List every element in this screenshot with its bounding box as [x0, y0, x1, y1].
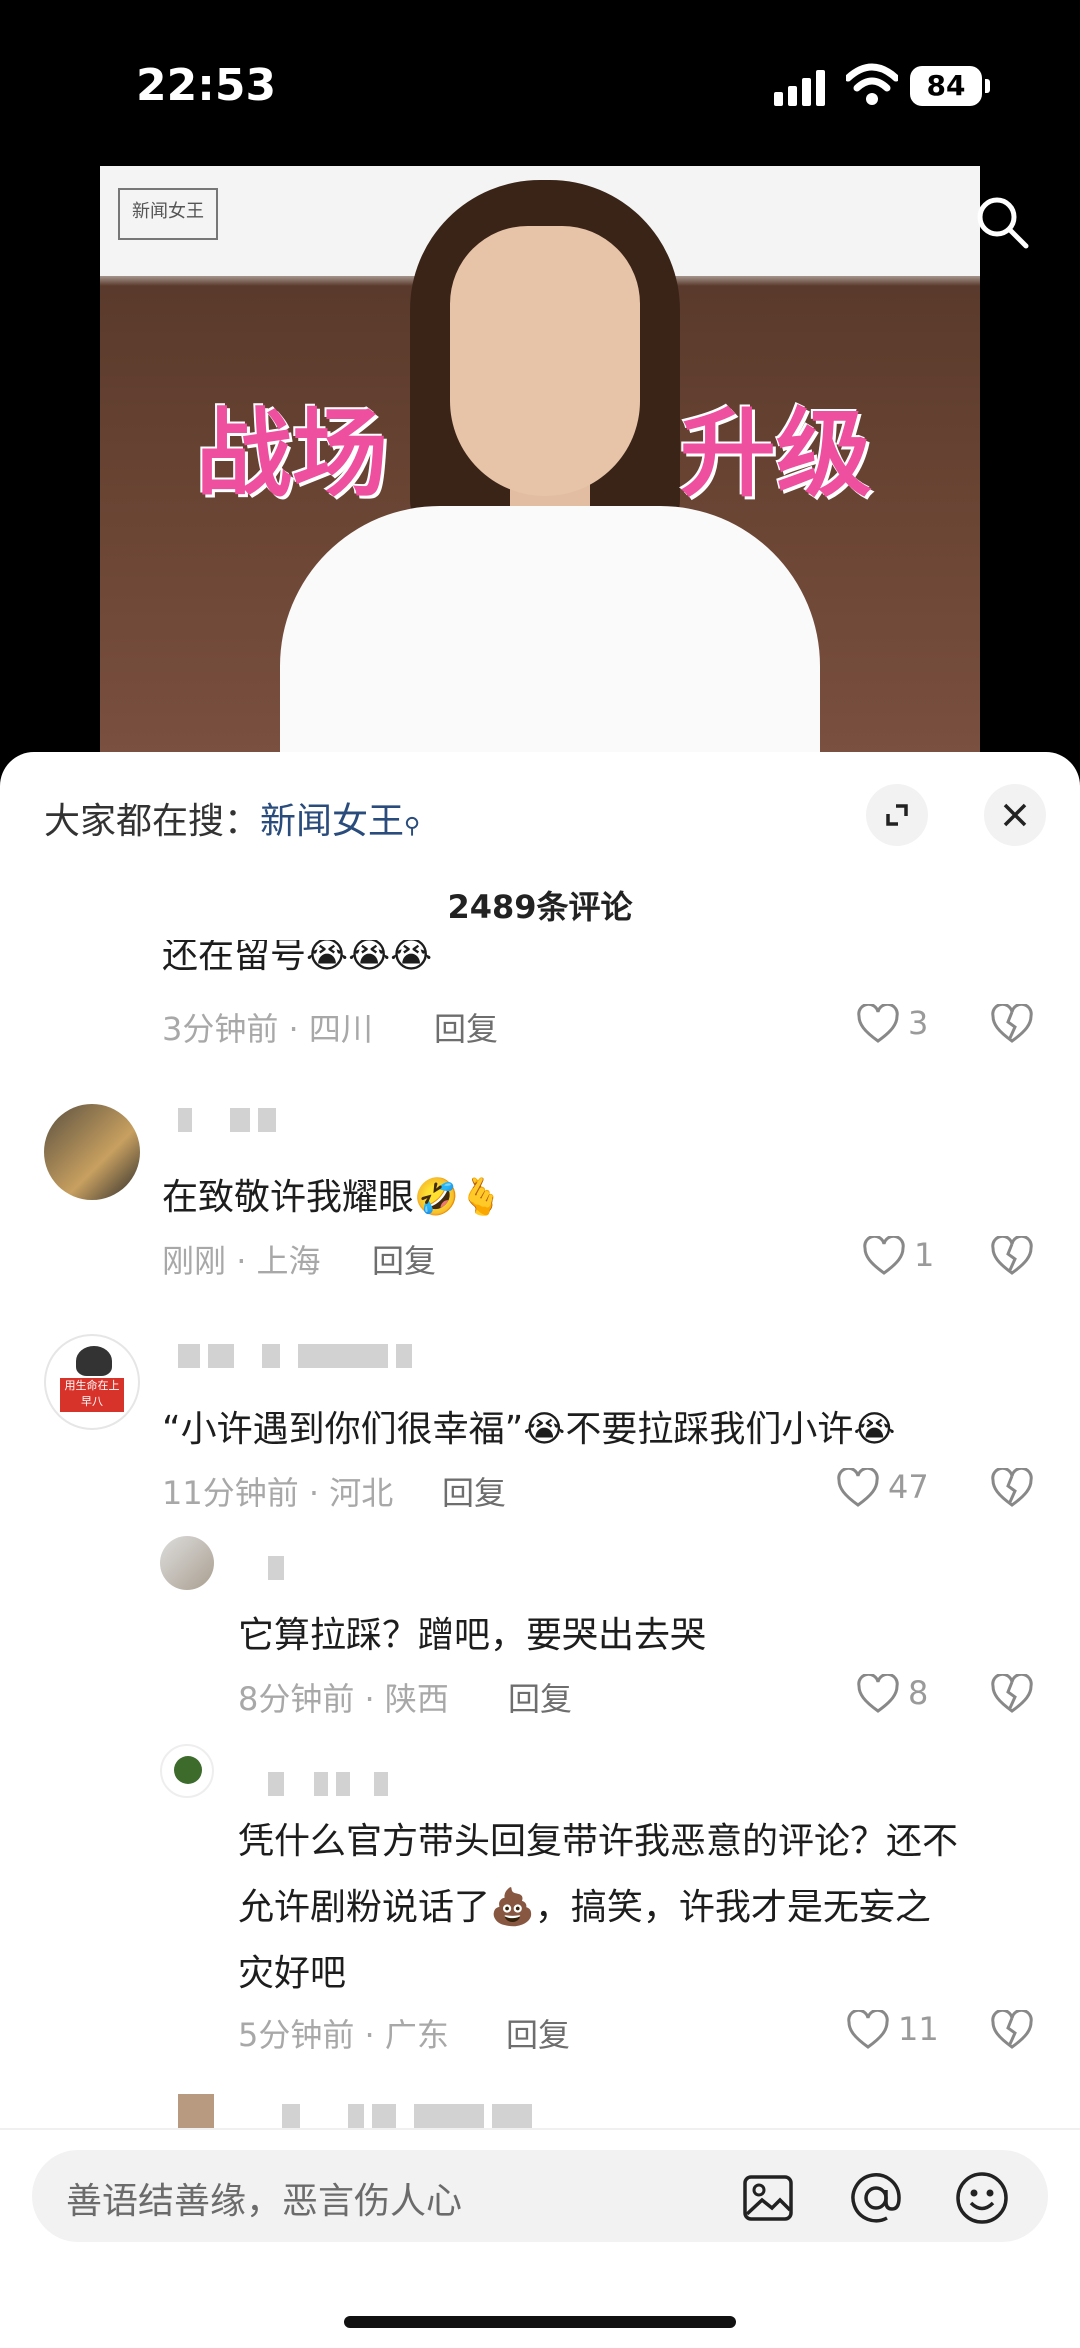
- video-player[interactable]: 新闻女王 战场 升级: [100, 166, 980, 756]
- reply-button[interactable]: 回复: [434, 1004, 498, 1050]
- reply-button[interactable]: 回复: [372, 1236, 436, 1282]
- search-icon[interactable]: [972, 192, 1032, 252]
- comment-text: “小许遇到你们很幸福”😭不要拉踩我们小许😭: [162, 1409, 896, 1450]
- channel-logo: 新闻女王: [118, 188, 218, 240]
- reply-text-line1: 凭什么官方带头回复带许我恶意的评论？还不: [238, 1821, 959, 1862]
- heart-icon[interactable]: [846, 2010, 890, 2050]
- video-figure-jacket: [280, 506, 820, 756]
- reply-time: 8分钟前: [238, 1680, 355, 1718]
- dislike-icon[interactable]: [990, 1468, 1034, 1508]
- comment-location: 四川: [308, 1010, 373, 1048]
- heart-icon[interactable]: [856, 1004, 900, 1044]
- nickname-masked[interactable]: [178, 1344, 420, 1368]
- dislike-icon[interactable]: [990, 1236, 1034, 1276]
- dislike-icon[interactable]: [990, 1674, 1034, 1714]
- avatar-plant: [174, 1756, 202, 1784]
- like-count: 47: [888, 1468, 929, 1506]
- avatar-partial: [178, 2094, 214, 2130]
- battery-indicator: 84: [910, 66, 990, 106]
- reply-text-line2: 允许剧粉说话了💩，搞笑，许我才是无妄之: [238, 1887, 931, 1928]
- comment-text: 还在留号😭😭😭: [162, 940, 433, 976]
- reply-button[interactable]: 回复: [508, 1674, 572, 1720]
- reply-meta: 8分钟前 · 陕西: [238, 1680, 449, 1718]
- reply-avatar[interactable]: [160, 1744, 214, 1798]
- like-count: 11: [898, 2010, 939, 2048]
- comment-item: 还在留号😭😭😭: [0, 940, 1080, 980]
- comment-text: 在致敬许我耀眼🤣🫰: [162, 1177, 504, 1218]
- expand-button[interactable]: [866, 784, 928, 846]
- reply-text-line3: 灾好吧: [238, 1953, 347, 1994]
- at-icon[interactable]: [848, 2170, 904, 2226]
- search-small-icon: ⚲: [404, 814, 421, 839]
- hot-search-prefix: 大家都在搜：: [44, 801, 261, 842]
- avatar[interactable]: [44, 1104, 140, 1200]
- heart-icon[interactable]: [836, 1468, 880, 1508]
- comment-meta: 刚刚 · 上海: [162, 1242, 321, 1280]
- dislike-icon[interactable]: [990, 1004, 1034, 1044]
- reply-button[interactable]: 回复: [506, 2010, 570, 2056]
- reply-avatar[interactable]: [160, 1536, 214, 1590]
- divider: [0, 2128, 1080, 2130]
- comment-time: 11分钟前: [162, 1474, 299, 1512]
- like-count: 8: [908, 1674, 929, 1712]
- nickname-masked[interactable]: [178, 1108, 284, 1132]
- hot-search-link[interactable]: 大家都在搜：新闻女王⚲: [44, 792, 420, 844]
- reply-text: 它算拉踩？蹭吧，要哭出去哭: [238, 1615, 707, 1656]
- reply-location: 陕西: [384, 1680, 449, 1718]
- nickname-masked[interactable]: [268, 1556, 292, 1580]
- heart-icon[interactable]: [856, 1674, 900, 1714]
- image-icon[interactable]: [742, 2172, 794, 2224]
- heart-icon[interactable]: [862, 1236, 906, 1276]
- emoji-icon[interactable]: [954, 2170, 1010, 2226]
- nickname-masked: [282, 2104, 540, 2128]
- hot-search-keyword[interactable]: 新闻女王: [260, 801, 404, 842]
- like-count: 3: [908, 1004, 929, 1042]
- video-caption-right: 升级: [680, 398, 872, 510]
- comment-time: 刚刚: [162, 1242, 227, 1280]
- comment-meta: 11分钟前 · 河北: [162, 1474, 394, 1512]
- comment-time: 3分钟前: [162, 1010, 279, 1048]
- comment-input-placeholder[interactable]: 善语结善缘，恶言伤人心: [66, 2172, 462, 2224]
- status-time: 22:53: [136, 60, 277, 111]
- home-indicator[interactable]: [344, 2316, 736, 2328]
- comment-location: 河北: [329, 1474, 394, 1512]
- comment-meta: 3分钟前 · 四川: [162, 1010, 373, 1048]
- comment-count: 2489条评论: [447, 888, 633, 926]
- reply-location: 广东: [384, 2016, 449, 2054]
- comment-location: 上海: [256, 1242, 321, 1280]
- video-figure-face: [450, 226, 640, 496]
- reply-time: 5分钟前: [238, 2016, 355, 2054]
- video-caption-left: 战场: [196, 398, 388, 510]
- close-button[interactable]: [984, 784, 1046, 846]
- reply-button[interactable]: 回复: [442, 1468, 506, 1514]
- avatar-sign: 用生命在上早八: [60, 1378, 124, 1412]
- nickname-masked[interactable]: [268, 1772, 396, 1796]
- wifi-icon: [846, 63, 898, 105]
- like-count: 1: [914, 1236, 935, 1274]
- avatar[interactable]: 用生命在上早八: [44, 1334, 140, 1430]
- expand-icon: [886, 804, 908, 826]
- reply-meta: 5分钟前 · 广东: [238, 2016, 449, 2054]
- dislike-icon[interactable]: [990, 2010, 1034, 2050]
- avatar-penguin-head: [76, 1346, 112, 1376]
- cellular-signal-icon: [774, 70, 828, 106]
- close-icon: [1003, 803, 1027, 827]
